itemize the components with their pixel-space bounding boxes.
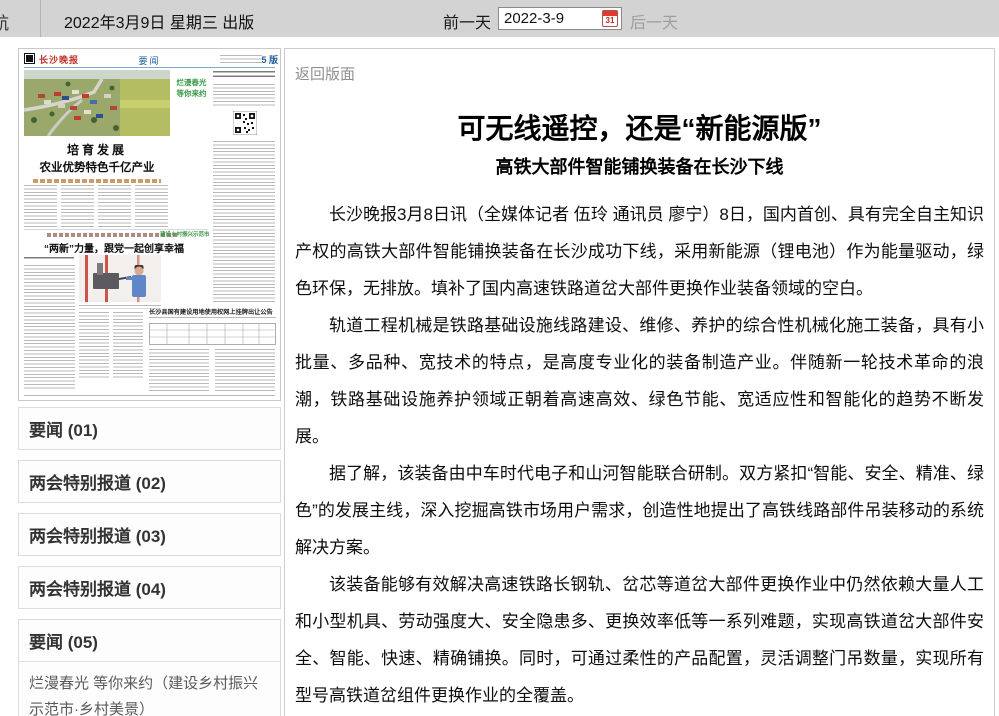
masthead-meta-lines <box>220 55 262 63</box>
thumb-notice-table <box>149 323 276 345</box>
thumb-text-column <box>215 349 275 391</box>
thumb-notice-title: 长沙县国有建设用地使用权网上挂牌出让公告 <box>149 307 276 316</box>
section-expanded-yaowen-05: 要闻 (05) 烂漫春光 等你来约（建设乡村振兴示范市·乡村美景） 培育发展农业… <box>18 619 281 716</box>
topbar: 航 2022年3月9日 星期三 出版 前一天 31 后一天 <box>0 0 999 37</box>
sidebar: 长沙晚报 要闻 5 版 烂漫春光 等你来约 <box>18 48 281 716</box>
thumb-headline-line1: 培育发展 <box>24 141 170 158</box>
right-column-headline-lines <box>213 71 275 80</box>
thumb-headline-line2: 农业优势特色千亿产业 <box>24 159 170 175</box>
right-column-text-lines-2 <box>213 141 275 303</box>
right-column-text-lines <box>213 84 275 108</box>
thumb-notice-subtitle-lines <box>149 317 276 320</box>
thumb-main-headline: 培育发展 农业优势特色千亿产业 <box>24 141 170 183</box>
section-item-yaowen-01[interactable]: 要闻 (01) <box>18 407 281 450</box>
date-picker: 31 <box>498 7 622 30</box>
prev-day-link[interactable]: 前一天 <box>443 9 491 33</box>
calendar-icon-day: 31 <box>603 16 617 26</box>
thumb-subhead-lines <box>24 257 74 261</box>
article-title: 可无线遥控，还是“新能源版” <box>295 107 984 147</box>
thumb-green-logo-text: 建设乡村振兴示范市 <box>160 230 208 238</box>
next-day-link[interactable]: 后一天 <box>630 9 678 33</box>
thumb-headline-subtitle-lines <box>33 179 161 183</box>
thumb-text-column <box>79 312 109 380</box>
thumb-text-column <box>113 312 143 380</box>
thumb-text-column <box>149 349 209 391</box>
article-paragraph-4: 该装备能够有效解决高速铁路长钢轨、岔芯等道岔大部件更换作业中仍然依赖大量人工和小… <box>295 566 984 714</box>
nav-partial-text[interactable]: 航 <box>0 9 9 34</box>
thumb-kicker-lines <box>47 233 177 237</box>
thumb-text-column <box>98 185 131 227</box>
newspaper-page-thumbnail[interactable]: 长沙晚报 要闻 5 版 烂漫春光 等你来约 <box>18 48 281 401</box>
section-item-lianghui-03[interactable]: 两会特别报道 (03) <box>18 513 281 556</box>
article-paragraph-3: 据了解，该装备由中车时代电子和山河智能联合研制。双方紧扣“智能、安全、精准、绿色… <box>295 455 984 566</box>
calendar-icon[interactable]: 31 <box>602 10 618 27</box>
aerial-village-photo <box>24 70 170 136</box>
thumb-footer-lines <box>24 395 275 398</box>
section-list: 要闻 (01) 两会特别报道 (02) 两会特别报道 (03) 两会特别报道 (… <box>18 407 281 716</box>
section-item-lianghui-04[interactable]: 两会特别报道 (04) <box>18 566 281 609</box>
green-feature-line1: 烂漫春光 <box>173 77 210 88</box>
thumb-text-column <box>61 185 94 227</box>
article-paragraph-1: 长沙晚报3月8日讯（全媒体记者 伍玲 通讯员 廖宁）8日，国内首创、具有完全自主… <box>295 196 984 307</box>
article-subtitle: 高铁大部件智能铺换装备在长沙下线 <box>295 153 984 179</box>
green-feature-line2: 等你来约 <box>173 88 210 99</box>
thumb-text-column <box>24 185 57 227</box>
topbar-divider <box>40 0 41 37</box>
thumb-text-column <box>24 265 75 391</box>
worker-photo <box>79 255 161 302</box>
article-link-1[interactable]: 烂漫春光 等你来约（建设乡村振兴示范市·乡村美景） <box>19 662 280 716</box>
section-item-lianghui-02[interactable]: 两会特别报道 (02) <box>18 460 281 503</box>
publication-date: 2022年3月9日 星期三 出版 <box>64 9 254 33</box>
article-body: 长沙晚报3月8日讯（全媒体记者 伍玲 通讯员 廖宁）8日，国内首创、具有完全自主… <box>295 196 984 716</box>
masthead-page-number: 5 版 <box>261 53 278 66</box>
green-feature-title: 烂漫春光 等你来约 <box>173 77 210 99</box>
article-panel: 返回版面 可无线遥控，还是“新能源版” 高铁大部件智能铺换装备在长沙下线 长沙晚… <box>284 48 995 716</box>
back-to-page-link[interactable]: 返回版面 <box>295 63 355 84</box>
thumb-second-headline: “两新”力量，跟党一起创享幸福 <box>21 240 207 255</box>
article-paragraph-2: 轨道工程机械是铁路基础设施线路建设、维修、养护的综合性机械化施工装备，具有小批量… <box>295 307 984 455</box>
qr-code <box>233 111 257 135</box>
masthead-rule <box>24 67 275 68</box>
section-item-yaowen-05[interactable]: 要闻 (05) <box>19 620 280 662</box>
thumb-text-column <box>135 185 168 227</box>
